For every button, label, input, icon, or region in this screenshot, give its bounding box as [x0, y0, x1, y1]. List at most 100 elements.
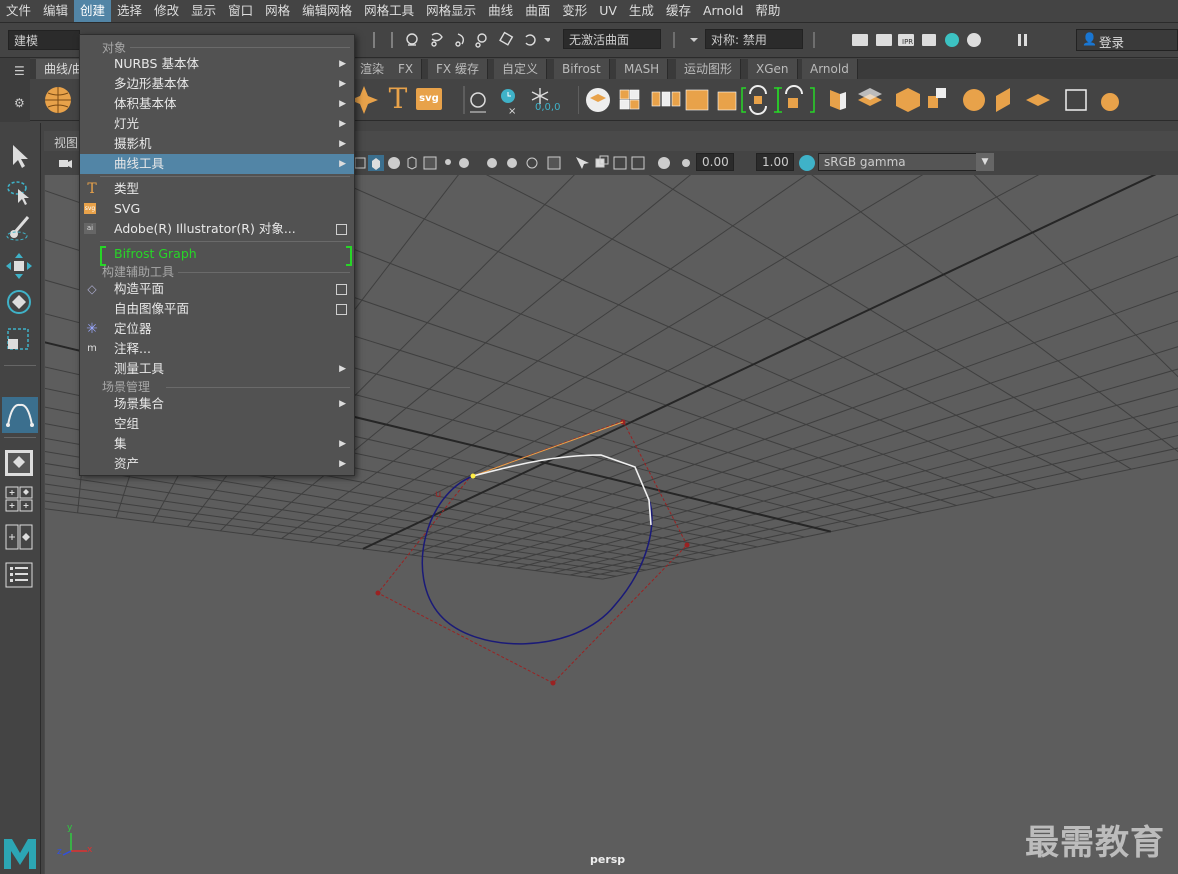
paint-select-icon[interactable]	[4, 213, 34, 243]
svg-tool-icon[interactable]: svg	[416, 88, 442, 110]
tab-arnold[interactable]: Arnold	[802, 59, 858, 79]
mode-selector[interactable]: 建模	[8, 30, 80, 50]
tab-mash[interactable]: MASH	[616, 59, 669, 79]
menu-item-illustrator[interactable]: ai Adobe(R) Illustrator(R) 对象...	[80, 219, 354, 239]
render-toolbar: IPR	[813, 32, 1027, 48]
menu-create[interactable]: 创建	[74, 0, 112, 22]
axis-gizmo	[62, 833, 87, 856]
colorspace-dropdown[interactable]: sRGB gamma	[818, 153, 994, 171]
menu-item-type[interactable]: T 类型	[80, 179, 354, 199]
nurbs-sphere-icon[interactable]	[42, 84, 74, 116]
menu-surfaces[interactable]: 曲面	[519, 0, 556, 22]
toolbox-divider	[4, 437, 36, 438]
login-button[interactable]: 👤 登录	[1076, 29, 1178, 51]
login-label: 登录	[1099, 35, 1125, 50]
grid-line	[411, 255, 1178, 556]
live-surface-field[interactable]: 无激活曲面	[563, 29, 661, 49]
bifrost-bracket-right-icon	[346, 246, 352, 266]
exposure-field[interactable]: 0.00	[696, 153, 734, 171]
menu-item-free-image-plane[interactable]: 自由图像平面	[80, 299, 354, 319]
tab-fx-cache[interactable]: FX 缓存	[428, 59, 488, 79]
curve-tool-icon[interactable]	[2, 397, 38, 433]
tab-motion-graphics[interactable]: 运动图形	[676, 59, 742, 79]
submenu-arrow-icon: ▶	[339, 119, 346, 129]
shelf-menu-icon[interactable]: ☰	[14, 64, 26, 78]
option-box-icon[interactable]	[336, 304, 347, 315]
menu-item-poly-primitives[interactable]: 多边形基本体 ▶	[80, 74, 354, 94]
select-tool-icon[interactable]	[4, 141, 34, 171]
menu-item-measure-tools[interactable]: 测量工具 ▶	[80, 359, 354, 379]
section-divider	[130, 47, 350, 48]
submenu-arrow-icon: ▶	[339, 79, 346, 89]
submenu-arrow-icon: ▶	[339, 399, 346, 409]
type-icon: T	[87, 181, 97, 197]
menu-modify[interactable]: 修改	[148, 0, 185, 22]
menu-item-bifrost-graph[interactable]: Bifrost Graph	[80, 244, 354, 266]
toolbox	[0, 123, 41, 874]
menu-item-assets[interactable]: 资产 ▶	[80, 454, 354, 474]
menu-select[interactable]: 选择	[111, 0, 148, 22]
two-pane-layout-icon[interactable]	[4, 523, 34, 551]
tab-bifrost[interactable]: Bifrost	[554, 59, 610, 79]
symmetry-field[interactable]: 对称: 禁用	[705, 29, 803, 49]
shelf-surface-tools	[578, 85, 1119, 115]
lasso-tool-icon[interactable]	[4, 177, 34, 207]
type-tool-icon[interactable]: T	[383, 82, 413, 116]
menu-cache[interactable]: 缓存	[660, 0, 697, 22]
menu-item-svg[interactable]: svg SVG	[80, 199, 354, 219]
menu-item-sets[interactable]: 集 ▶	[80, 434, 354, 454]
option-box-icon[interactable]	[336, 284, 347, 295]
tab-fx[interactable]: FX	[390, 59, 423, 79]
menu-help[interactable]: 帮助	[749, 0, 786, 22]
shelf-settings-icon[interactable]: ⚙	[14, 96, 26, 110]
menu-item-locator[interactable]: ✳ 定位器	[80, 319, 354, 339]
four-pane-layout-icon[interactable]	[4, 485, 34, 513]
menu-generate[interactable]: 生成	[623, 0, 660, 22]
menu-mesh-tools[interactable]: 网格工具	[358, 0, 420, 22]
menu-edit[interactable]: 编辑	[37, 0, 74, 22]
menu-file[interactable]: 文件	[0, 0, 37, 22]
menu-mesh-display[interactable]: 网格显示	[420, 0, 482, 22]
color-management-icon[interactable]	[798, 154, 816, 172]
menu-edit-mesh[interactable]: 编辑网格	[296, 0, 358, 22]
menu-item-annotation[interactable]: m 注释...	[80, 339, 354, 359]
scale-tool-icon[interactable]	[4, 323, 34, 353]
rotate-tool-icon[interactable]	[4, 287, 34, 317]
menu-item-scene-assembly[interactable]: 场景集合 ▶	[80, 394, 354, 414]
submenu-arrow-icon: ▶	[339, 159, 346, 169]
snap-toolbar	[373, 31, 550, 48]
menu-item-cameras[interactable]: 摄影机 ▶	[80, 134, 354, 154]
single-pane-layout-icon[interactable]	[4, 449, 34, 477]
menu-window[interactable]: 窗口	[222, 0, 259, 22]
tab-custom[interactable]: 自定义	[494, 59, 548, 79]
colorspace-dropdown-arrow[interactable]: ▼	[976, 153, 994, 171]
menu-item-lights[interactable]: 灯光 ▶	[80, 114, 354, 134]
menu-item-construction-plane[interactable]: ◇ 构造平面	[80, 279, 354, 299]
outliner-layout-icon[interactable]	[4, 561, 34, 589]
menu-item-curve-tools[interactable]: 曲线工具 ▶	[80, 154, 354, 174]
menu-item-nurbs-primitives[interactable]: NURBS 基本体 ▶	[80, 54, 354, 74]
menu-display[interactable]: 显示	[185, 0, 222, 22]
viewport-display-icons	[354, 155, 690, 171]
menu-arnold[interactable]: Arnold	[697, 0, 749, 22]
menu-uv[interactable]: UV	[593, 0, 623, 22]
menu-item-volume-primitives[interactable]: 体积基本体 ▶	[80, 94, 354, 114]
live-options-icon[interactable]	[668, 29, 702, 51]
main-menu-bar: 文件 编辑 创建 选择 修改 显示 窗口 网格 编辑网格 网格工具 网格显示 曲…	[0, 0, 1178, 23]
menu-mesh[interactable]: 网格	[259, 0, 296, 22]
move-tool-icon[interactable]	[4, 251, 34, 281]
camera-icon[interactable]	[58, 155, 72, 171]
gamma-field[interactable]: 1.00	[756, 153, 794, 171]
option-box-icon[interactable]	[336, 224, 347, 235]
shelf-side-controls: ☰ ⚙	[0, 58, 30, 122]
tab-xgen[interactable]: XGen	[748, 59, 798, 79]
illustrator-icon: ai	[84, 223, 96, 234]
view-panel-menu[interactable]: 视图	[54, 134, 78, 151]
menu-deform[interactable]: 变形	[556, 0, 593, 22]
u-direction-label: u	[435, 489, 442, 500]
section-construction-aids: 构建辅助工具	[102, 265, 175, 279]
tab-rendering[interactable]: 渲染	[352, 59, 394, 79]
menu-item-empty-group[interactable]: 空组	[80, 414, 354, 434]
menu-curves[interactable]: 曲线	[482, 0, 519, 22]
toolbox-divider	[4, 365, 36, 366]
